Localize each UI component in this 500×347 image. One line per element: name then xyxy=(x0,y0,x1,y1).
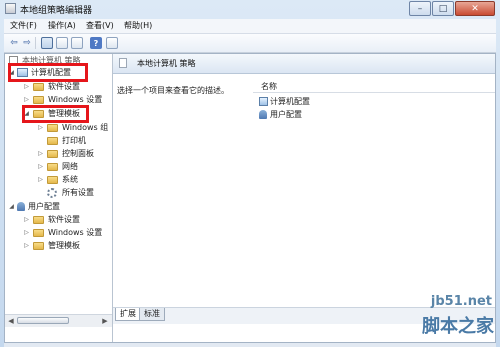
window-title: 本地组策略编辑器 xyxy=(20,6,93,16)
navigation-tree: 本地计算机 策略 ◢ 计算机配置 ▷ 软件设置 ▷ Windows 设置 ◢ 管 xyxy=(5,54,113,342)
content-header: 本地计算机 策略 xyxy=(113,54,495,74)
expand-arrow-icon[interactable]: ▷ xyxy=(23,214,30,226)
tree-item-label: 控制面板 xyxy=(62,149,94,158)
tree-item-label: 系统 xyxy=(62,175,78,184)
expand-arrow-icon[interactable]: ▷ xyxy=(37,148,44,160)
description-pane: 选择一个项目来查看它的描述。 xyxy=(113,74,253,307)
highlight-box-computer-config xyxy=(8,63,88,82)
collapse-arrow-icon[interactable]: ◢ xyxy=(8,201,15,213)
help-icon[interactable]: ? xyxy=(90,37,102,49)
tree-item-label: 用户配置 xyxy=(28,202,60,211)
expand-arrow-icon[interactable]: ▷ xyxy=(37,161,44,173)
minimize-button[interactable]: – xyxy=(409,1,431,16)
tree-item-label: Windows 设置 xyxy=(48,228,103,237)
tab-standard[interactable]: 标准 xyxy=(139,308,165,321)
folder-icon xyxy=(33,229,44,237)
title-bar[interactable]: 本地组策略编辑器 – □ ✕ xyxy=(0,0,500,18)
folder-icon xyxy=(47,124,58,132)
properties-icon[interactable] xyxy=(56,37,68,49)
folder-icon xyxy=(47,176,58,184)
menu-view[interactable]: 查看(V) xyxy=(86,20,114,31)
policy-editor-icon xyxy=(5,3,16,14)
folder-icon xyxy=(33,242,44,250)
settings-icon xyxy=(47,188,57,198)
list-item-label: 用户配置 xyxy=(270,110,302,119)
status-bar xyxy=(4,343,496,347)
toolbar-separator xyxy=(35,37,36,49)
maximize-button[interactable]: □ xyxy=(432,1,454,16)
app-window: 本地组策略编辑器 – □ ✕ 文件(F) 操作(A) 查看(V) 帮助(H) ⇦… xyxy=(0,0,500,347)
menu-file[interactable]: 文件(F) xyxy=(10,20,37,31)
content-title: 本地计算机 策略 xyxy=(137,59,196,68)
tree-item-label: 所有设置 xyxy=(62,188,94,197)
back-icon[interactable]: ⇦ xyxy=(8,37,20,49)
tree-item-label: 网络 xyxy=(62,162,78,171)
watermark-name: 脚本之家 xyxy=(422,316,494,337)
watermark-site: jb51.net xyxy=(430,294,492,309)
folder-icon xyxy=(33,216,44,224)
user-config-icon xyxy=(17,202,25,211)
menu-bar: 文件(F) 操作(A) 查看(V) 帮助(H) xyxy=(4,19,496,34)
items-list: 名称 计算机配置 用户配置 xyxy=(253,74,495,307)
tree-item-label: 软件设置 xyxy=(48,215,80,224)
forward-icon[interactable]: ⇨ xyxy=(21,37,33,49)
expand-arrow-icon[interactable]: ▷ xyxy=(23,227,30,239)
menu-action[interactable]: 操作(A) xyxy=(48,20,76,31)
tree-item-label: 管理模板 xyxy=(48,241,80,250)
computer-config-icon xyxy=(259,97,268,106)
highlight-box-admin-templates xyxy=(22,105,89,123)
tree-item-label: Windows 组 xyxy=(62,123,109,132)
export-list-icon[interactable] xyxy=(71,37,83,49)
show-hide-tree-icon[interactable] xyxy=(41,37,53,49)
folder-icon xyxy=(33,83,44,91)
filter-icon[interactable] xyxy=(106,37,118,49)
toolbar: ⇦ ⇨ ? xyxy=(4,34,496,53)
user-config-icon xyxy=(259,110,267,119)
close-button[interactable]: ✕ xyxy=(455,1,495,16)
menu-help[interactable]: 帮助(H) xyxy=(124,20,152,31)
description-text: 选择一个项目来查看它的描述。 xyxy=(117,86,229,95)
tree-item-label: 打印机 xyxy=(62,136,86,145)
scroll-left-icon[interactable]: ◀ xyxy=(6,316,16,326)
watermark: jb51.net 脚本之家 xyxy=(402,294,494,340)
folder-icon xyxy=(47,163,58,171)
expand-arrow-icon[interactable]: ▷ xyxy=(37,174,44,186)
expand-arrow-icon[interactable]: ▷ xyxy=(23,240,30,252)
folder-icon xyxy=(33,96,44,104)
window-controls: – □ ✕ xyxy=(408,1,495,17)
policy-doc-icon xyxy=(119,58,127,68)
folder-icon xyxy=(47,150,58,158)
tab-extended[interactable]: 扩展 xyxy=(115,308,141,321)
folder-icon xyxy=(47,137,58,145)
expand-arrow-icon[interactable]: ▷ xyxy=(23,81,30,93)
expand-arrow-icon[interactable]: ▷ xyxy=(37,122,44,134)
list-item-label: 计算机配置 xyxy=(270,97,310,106)
scroll-right-icon[interactable]: ▶ xyxy=(100,316,110,326)
scroll-thumb[interactable] xyxy=(17,317,69,324)
column-label: 名称 xyxy=(261,82,277,91)
column-header-name[interactable]: 名称 xyxy=(253,80,495,93)
tree-horizontal-scrollbar[interactable]: ◀ ▶ xyxy=(5,314,112,327)
tree-item-label: 软件设置 xyxy=(48,82,80,91)
